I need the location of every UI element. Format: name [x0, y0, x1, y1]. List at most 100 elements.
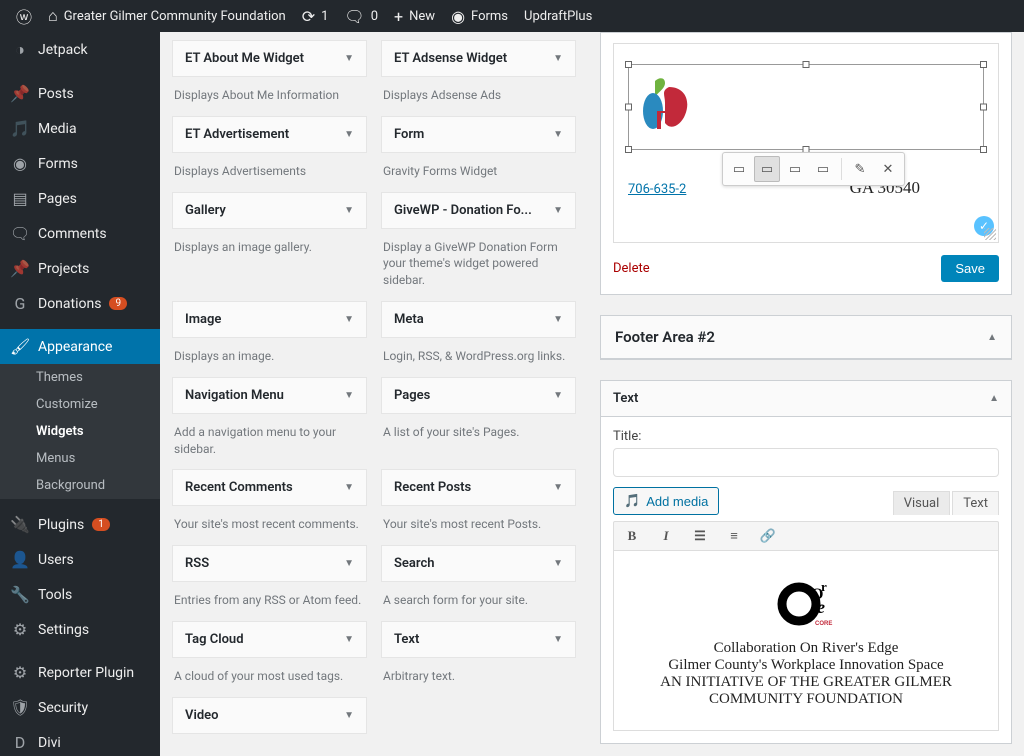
menu-tools[interactable]: 🔧Tools	[0, 577, 160, 612]
chevron-down-icon: ▼	[344, 390, 354, 401]
menu-plugins[interactable]: 🔌Plugins1	[0, 507, 160, 542]
widget-title: Recent Posts	[394, 480, 471, 495]
updraft-link[interactable]: UpdraftPlus	[516, 0, 600, 32]
widget-tag-cloud[interactable]: Tag Cloud▼	[172, 621, 367, 658]
menu-pages[interactable]: ▤Pages	[0, 181, 160, 216]
new-content[interactable]: +New	[386, 0, 443, 32]
align-left-button[interactable]: ▭	[726, 156, 752, 182]
wp-logo[interactable]: ⓦ	[8, 0, 40, 32]
widget-et-about-me-widget[interactable]: ET About Me Widget ▼	[172, 40, 367, 77]
menu-media[interactable]: 🎵Media	[0, 111, 160, 146]
chevron-down-icon: ▼	[553, 558, 563, 569]
align-center-button[interactable]: ▭	[754, 156, 780, 182]
resize-handle[interactable]	[803, 61, 810, 68]
image-toolbar: ▭ ▭ ▭ ▭ ✎ ✕	[722, 152, 905, 186]
widget-title: Image	[185, 312, 221, 327]
menu-appearance[interactable]: 🖌Appearance	[0, 329, 160, 364]
widget-search[interactable]: Search▼	[381, 545, 576, 582]
remove-image-button[interactable]: ✕	[875, 156, 901, 182]
ul-button[interactable]: ☰	[690, 526, 710, 546]
donations-icon: G	[10, 294, 30, 313]
add-media-button[interactable]: 🎵 Add media	[613, 487, 719, 515]
text-widget: Text ▲ Title: 🎵 Add media Visual Text	[600, 380, 1012, 744]
delete-link[interactable]: Delete	[613, 261, 650, 276]
forms-link[interactable]: ◉Forms	[443, 0, 516, 32]
chevron-down-icon: ▼	[344, 53, 354, 64]
gear-icon: ⚙	[10, 663, 30, 682]
menu-donations[interactable]: GDonations9	[0, 286, 160, 321]
save-button[interactable]: Save	[941, 255, 999, 282]
resize-handle[interactable]	[980, 104, 987, 111]
editor-content[interactable]: O r e CORE Collaboration On River's Edge…	[613, 551, 999, 731]
widget-pages[interactable]: Pages▼	[381, 377, 576, 414]
visual-tab[interactable]: Visual	[893, 491, 951, 515]
comments[interactable]: 🗨0	[336, 0, 386, 32]
text-widget-header[interactable]: Text ▲	[601, 381, 1011, 417]
resize-grip[interactable]	[984, 228, 996, 240]
sub-background[interactable]: Background	[0, 472, 160, 499]
body-line-4: COMMUNITY FOUNDATION	[624, 691, 988, 708]
svg-text:r: r	[821, 579, 827, 594]
widget-video[interactable]: Video ▼	[172, 697, 367, 734]
align-none-button[interactable]: ▭	[810, 156, 836, 182]
link-button[interactable]: 🔗	[758, 526, 778, 546]
italic-button[interactable]: I	[656, 526, 676, 546]
widget-et-advertisement[interactable]: ET Advertisement▼	[172, 116, 367, 153]
widget-recent-comments[interactable]: Recent Comments▼	[172, 469, 367, 506]
menu-posts[interactable]: 📌Posts	[0, 76, 160, 111]
widget-meta[interactable]: Meta▼	[381, 301, 576, 338]
jetpack-icon: ◑	[10, 40, 30, 60]
resize-handle[interactable]	[625, 61, 632, 68]
admin-sidebar: ◑Jetpack 📌Posts 🎵Media ◉Forms ▤Pages 🗨Co…	[0, 32, 160, 756]
sidebar-areas: 706-635-2 GA 30540 ▭ ▭ ▭ ▭ ✎ ✕ ✓	[588, 32, 1024, 756]
widget-recent-posts[interactable]: Recent Posts▼	[381, 469, 576, 506]
widget-givewp-donation-fo-[interactable]: GiveWP - Donation Fo...▼	[381, 192, 576, 229]
sub-customize[interactable]: Customize	[0, 391, 160, 418]
widget-image[interactable]: Image▼	[172, 301, 367, 338]
menu-security[interactable]: 🛡Security	[0, 690, 160, 725]
edit-image-button[interactable]: ✎	[847, 156, 873, 182]
resize-handle[interactable]	[980, 61, 987, 68]
widget-navigation-menu[interactable]: Navigation Menu▼	[172, 377, 367, 414]
plugins-badge: 1	[92, 518, 110, 531]
phone-link[interactable]: 706-635-2	[628, 182, 686, 197]
resize-handle[interactable]	[625, 104, 632, 111]
widget-desc: Displays About Me Information	[172, 77, 367, 108]
menu-reporter[interactable]: ⚙Reporter Plugin	[0, 655, 160, 690]
chevron-down-icon: ▼	[344, 710, 354, 721]
sub-widgets[interactable]: Widgets	[0, 418, 160, 445]
text-tab[interactable]: Text	[952, 491, 999, 515]
widget-desc: Displays an image gallery.	[172, 229, 367, 260]
footer-area-2-header[interactable]: Footer Area #2 ▲	[601, 316, 1011, 359]
refresh[interactable]: ⟳1	[294, 0, 337, 32]
widget-title: ET About Me Widget	[185, 51, 304, 66]
menu-jetpack[interactable]: ◑Jetpack	[0, 32, 160, 68]
ol-button[interactable]: ≡	[724, 526, 744, 546]
chevron-down-icon: ▼	[553, 314, 563, 325]
title-input[interactable]	[613, 448, 999, 477]
resize-handle[interactable]	[980, 146, 987, 153]
divi-icon: D	[10, 733, 30, 752]
menu-comments[interactable]: 🗨Comments	[0, 216, 160, 251]
widget-text[interactable]: Text▼	[381, 621, 576, 658]
widget-et-adsense-widget[interactable]: ET Adsense Widget▼	[381, 40, 576, 77]
menu-forms[interactable]: ◉Forms	[0, 146, 160, 181]
selected-image[interactable]	[628, 64, 984, 150]
menu-divi[interactable]: DDivi	[0, 725, 160, 756]
chevron-down-icon: ▼	[553, 53, 563, 64]
sub-menus[interactable]: Menus	[0, 445, 160, 472]
site-link[interactable]: ⌂Greater Gilmer Community Foundation	[40, 0, 294, 32]
comment-icon: 🗨	[344, 7, 364, 26]
bold-button[interactable]: B	[622, 526, 642, 546]
menu-settings[interactable]: ⚙Settings	[0, 612, 160, 647]
widget-gallery[interactable]: Gallery▼	[172, 192, 367, 229]
widget-rss[interactable]: RSS▼	[172, 545, 367, 582]
align-right-button[interactable]: ▭	[782, 156, 808, 182]
menu-projects[interactable]: 📌Projects	[0, 251, 160, 286]
widget-title: Video	[185, 708, 219, 723]
media-icon: 🎵	[624, 493, 640, 509]
sub-themes[interactable]: Themes	[0, 364, 160, 391]
widget-form[interactable]: Form▼	[381, 116, 576, 153]
resize-handle[interactable]	[625, 146, 632, 153]
menu-users[interactable]: 👤Users	[0, 542, 160, 577]
